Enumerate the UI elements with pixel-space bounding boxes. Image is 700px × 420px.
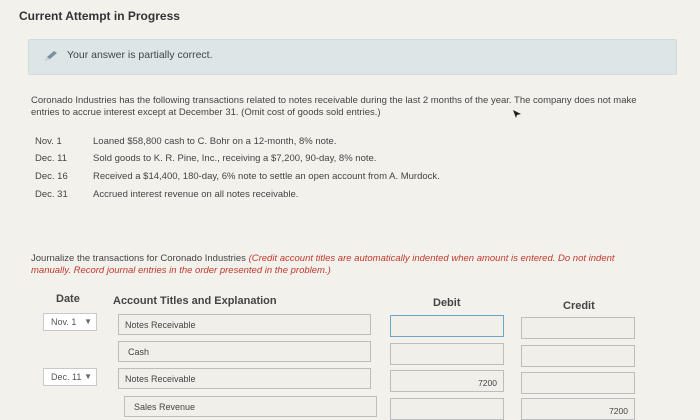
transaction-date: Dec. 11	[35, 153, 68, 164]
account-title-field[interactable]: Cash	[118, 341, 371, 362]
date-select-value: Dec. 11	[51, 372, 82, 382]
debit-amount-field[interactable]	[390, 315, 504, 337]
pencil-icon	[45, 51, 57, 61]
date-select[interactable]: Nov. 1 ▼	[43, 313, 97, 331]
credit-amount-field[interactable]: 7200	[521, 398, 635, 420]
chevron-down-icon: ▼	[84, 372, 92, 381]
transaction-date: Dec. 31	[35, 189, 68, 200]
date-select-value: Nov. 1	[51, 317, 77, 327]
mouse-cursor-icon	[513, 110, 521, 118]
instructions: Journalize the transactions for Coronado…	[31, 253, 651, 277]
debit-amount-field[interactable]: 7200	[390, 370, 504, 392]
feedback-alert: Your answer is partially correct.	[28, 39, 677, 75]
problem-description: Coronado Industries has the following tr…	[31, 95, 637, 118]
date-select[interactable]: Dec. 11 ▼	[43, 368, 97, 386]
credit-amount-field[interactable]	[521, 372, 635, 394]
page-title: Current Attempt in Progress	[19, 9, 180, 23]
account-column-header: Account Titles and Explanation	[113, 295, 277, 307]
transaction-date: Nov. 1	[35, 136, 62, 147]
debit-amount-field[interactable]	[390, 343, 504, 365]
credit-amount-field[interactable]	[521, 317, 635, 339]
account-title-field[interactable]: Notes Receivable	[118, 368, 371, 389]
transaction-date: Dec. 16	[35, 171, 68, 182]
chevron-down-icon: ▼	[84, 317, 92, 326]
feedback-text: Your answer is partially correct.	[67, 49, 213, 61]
debit-column-header: Debit	[433, 297, 461, 309]
transaction-text: Loaned $58,800 cash to C. Bohr on a 12-m…	[93, 136, 337, 147]
transaction-text: Received a $14,400, 180-day, 6% note to …	[93, 171, 440, 182]
transaction-text: Accrued interest revenue on all notes re…	[93, 189, 299, 200]
account-title-field[interactable]: Notes Receivable	[118, 314, 371, 335]
credit-amount-field[interactable]	[521, 345, 635, 367]
transaction-text: Sold goods to K. R. Pine, Inc., receivin…	[93, 153, 377, 164]
account-title-field[interactable]: Sales Revenue	[124, 396, 377, 417]
date-column-header: Date	[56, 293, 80, 305]
debit-amount-field[interactable]	[390, 398, 504, 420]
instructions-text: Journalize the transactions for Coronado…	[31, 253, 246, 264]
credit-column-header: Credit	[563, 300, 595, 312]
